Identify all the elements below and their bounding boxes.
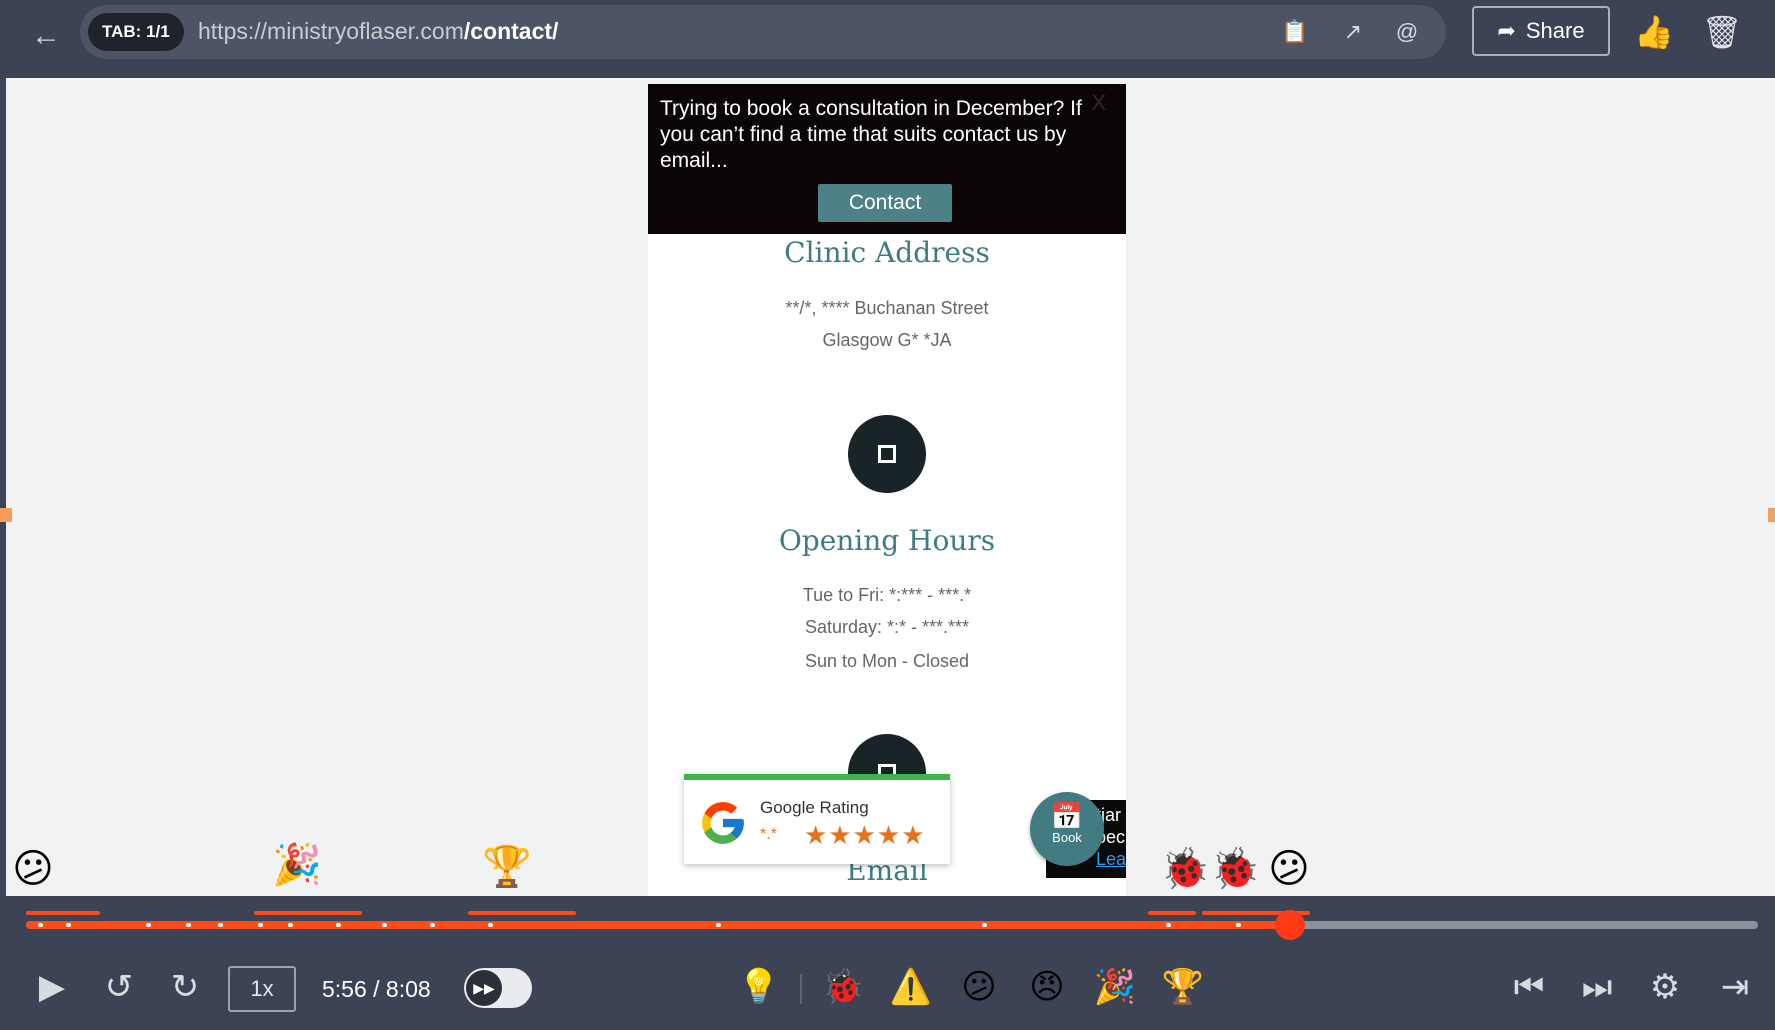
previous-session-icon[interactable]: ⏮ xyxy=(1506,962,1552,1012)
angry-face-filter-icon[interactable]: 😠 xyxy=(1022,962,1072,1012)
timeline-segment xyxy=(26,911,100,915)
google-rating-label: Google Rating xyxy=(760,798,869,817)
settings-gear-icon[interactable]: ⚙ xyxy=(1642,962,1688,1012)
sidebar-toggle-icon[interactable]: ⇥ xyxy=(1712,962,1758,1012)
timeline-played xyxy=(26,921,1291,929)
timeline-event xyxy=(66,923,71,927)
play-icon[interactable]: ▶ xyxy=(30,962,74,1012)
address-line-1: **/*, **** Buchanan Street xyxy=(785,298,989,318)
fast-forward-icon: ▶▶ xyxy=(466,970,502,1006)
confused-face-marker-icon[interactable]: 😕 xyxy=(1264,844,1314,894)
book-label: Book xyxy=(1052,830,1082,845)
timeline-segment xyxy=(254,911,362,915)
promo-text: Trying to book a consultation in Decembe… xyxy=(660,97,1082,172)
trash-icon[interactable]: 🗑 xyxy=(1700,10,1744,54)
timeline-event xyxy=(288,923,293,927)
resize-handle-left[interactable] xyxy=(0,508,12,522)
party-popper-filter-icon[interactable]: 🎉 xyxy=(1090,962,1140,1012)
party-popper-marker-icon[interactable]: 🎉 xyxy=(272,840,322,890)
playback-speed-button[interactable]: 1x xyxy=(228,966,296,1012)
location-icon xyxy=(848,415,926,493)
confused-face-marker-icon[interactable]: 😕 xyxy=(8,844,58,894)
google-logo-icon xyxy=(702,802,744,844)
url-bar[interactable]: TAB: 1/1 https://ministryoflaser.com/con… xyxy=(80,5,1446,59)
share-label: Share xyxy=(1525,18,1585,43)
warning-filter-icon[interactable]: ⚠️ xyxy=(886,962,936,1012)
url-path: /contact/ xyxy=(463,18,559,44)
star-rating-icon: ★★★★★ xyxy=(804,820,926,850)
share-button[interactable]: ➦ Share xyxy=(1472,6,1610,56)
ladybug-marker-icon[interactable]: 🐞 xyxy=(1210,844,1260,894)
hours-line-3: Sun to Mon - Closed xyxy=(804,651,970,671)
hours-line-1: Tue to Fri: *:*** - ***.* xyxy=(802,585,972,605)
rewind-10-icon[interactable]: ↺ xyxy=(96,962,142,1012)
timeline-event xyxy=(1166,923,1171,927)
lightbulb-icon[interactable]: 💡 xyxy=(736,962,782,1012)
player-controls: ▶ ↺ ↻ 1x 5:56 / 8:08 ▶▶ 💡 🐞 ⚠️ 😕 😠 🎉 🏆 ⏮… xyxy=(6,896,1775,1030)
trophy-marker-icon[interactable]: 🏆 xyxy=(482,842,532,892)
timeline-event xyxy=(716,923,721,927)
learn-more-link[interactable]: Learn xyxy=(1096,849,1126,869)
timeline-event xyxy=(488,923,493,927)
timeline-event xyxy=(336,923,341,927)
contact-button[interactable]: Contact xyxy=(818,184,952,222)
trophy-filter-icon[interactable]: 🏆 xyxy=(1158,962,1208,1012)
recorded-website: Trying to book a consultation in Decembe… xyxy=(648,84,1126,896)
skip-inactivity-toggle[interactable]: ▶▶ xyxy=(464,968,532,1008)
ladybug-filter-icon[interactable]: 🐞 xyxy=(818,962,868,1012)
divider xyxy=(800,974,802,1004)
timeline-event xyxy=(258,923,263,927)
google-rating-badge[interactable]: Google Rating *.* ★★★★★ xyxy=(684,774,950,864)
ladybug-marker-icon[interactable]: 🐞 xyxy=(1160,844,1210,894)
at-sign-icon[interactable]: @ xyxy=(1392,17,1422,47)
timeline-segment xyxy=(468,911,576,915)
session-viewport: Trying to book a consultation in Decembe… xyxy=(0,78,1775,896)
resize-handle-right[interactable] xyxy=(1768,508,1775,522)
confused-face-filter-icon[interactable]: 😕 xyxy=(954,962,1004,1012)
thumbs-icon[interactable]: 👍 xyxy=(1632,10,1676,54)
share-icon: ➦ xyxy=(1497,18,1516,43)
time-display: 5:56 / 8:08 xyxy=(322,976,431,1002)
calendar-icon: 📅 xyxy=(1050,801,1084,831)
next-session-icon[interactable]: ⏭ xyxy=(1574,962,1620,1012)
timeline-event xyxy=(146,923,151,927)
timeline-event xyxy=(1236,923,1241,927)
tab-counter: TAB: 1/1 xyxy=(88,13,184,51)
timeline-event xyxy=(430,923,435,927)
timeline-event xyxy=(218,923,223,927)
opening-hours-title: Opening Hours xyxy=(778,524,996,557)
browser-toolbar: ← TAB: 1/1 https://ministryoflaser.com/c… xyxy=(6,0,1775,78)
timeline-segment xyxy=(1148,911,1196,915)
timeline-scrubber[interactable] xyxy=(1275,910,1306,940)
address-line-2: Glasgow G* *JA xyxy=(822,330,952,350)
close-icon[interactable]: X xyxy=(1091,90,1106,116)
url-base: https://ministryoflaser.com xyxy=(198,18,464,44)
timeline-event xyxy=(186,923,191,927)
url-text: https://ministryoflaser.com/contact/ xyxy=(198,18,558,45)
google-rating-score: *.* xyxy=(760,826,777,843)
clipboard-icon[interactable]: 📋 xyxy=(1280,17,1310,47)
timeline-track[interactable] xyxy=(26,911,1758,929)
external-link-icon[interactable]: ↗ xyxy=(1338,17,1368,47)
timeline-event xyxy=(38,923,43,927)
timeline-event xyxy=(382,923,387,927)
book-button[interactable]: 📅 Book xyxy=(1030,792,1104,866)
forward-10-icon[interactable]: ↻ xyxy=(162,962,208,1012)
clinic-address-title: Clinic Address xyxy=(784,236,990,269)
promo-banner: Trying to book a consultation in Decembe… xyxy=(648,84,1126,234)
timeline-event xyxy=(982,923,987,927)
hours-line-2: Saturday: *:* - ***.*** xyxy=(804,617,970,637)
back-arrow-icon[interactable]: ← xyxy=(26,16,66,56)
